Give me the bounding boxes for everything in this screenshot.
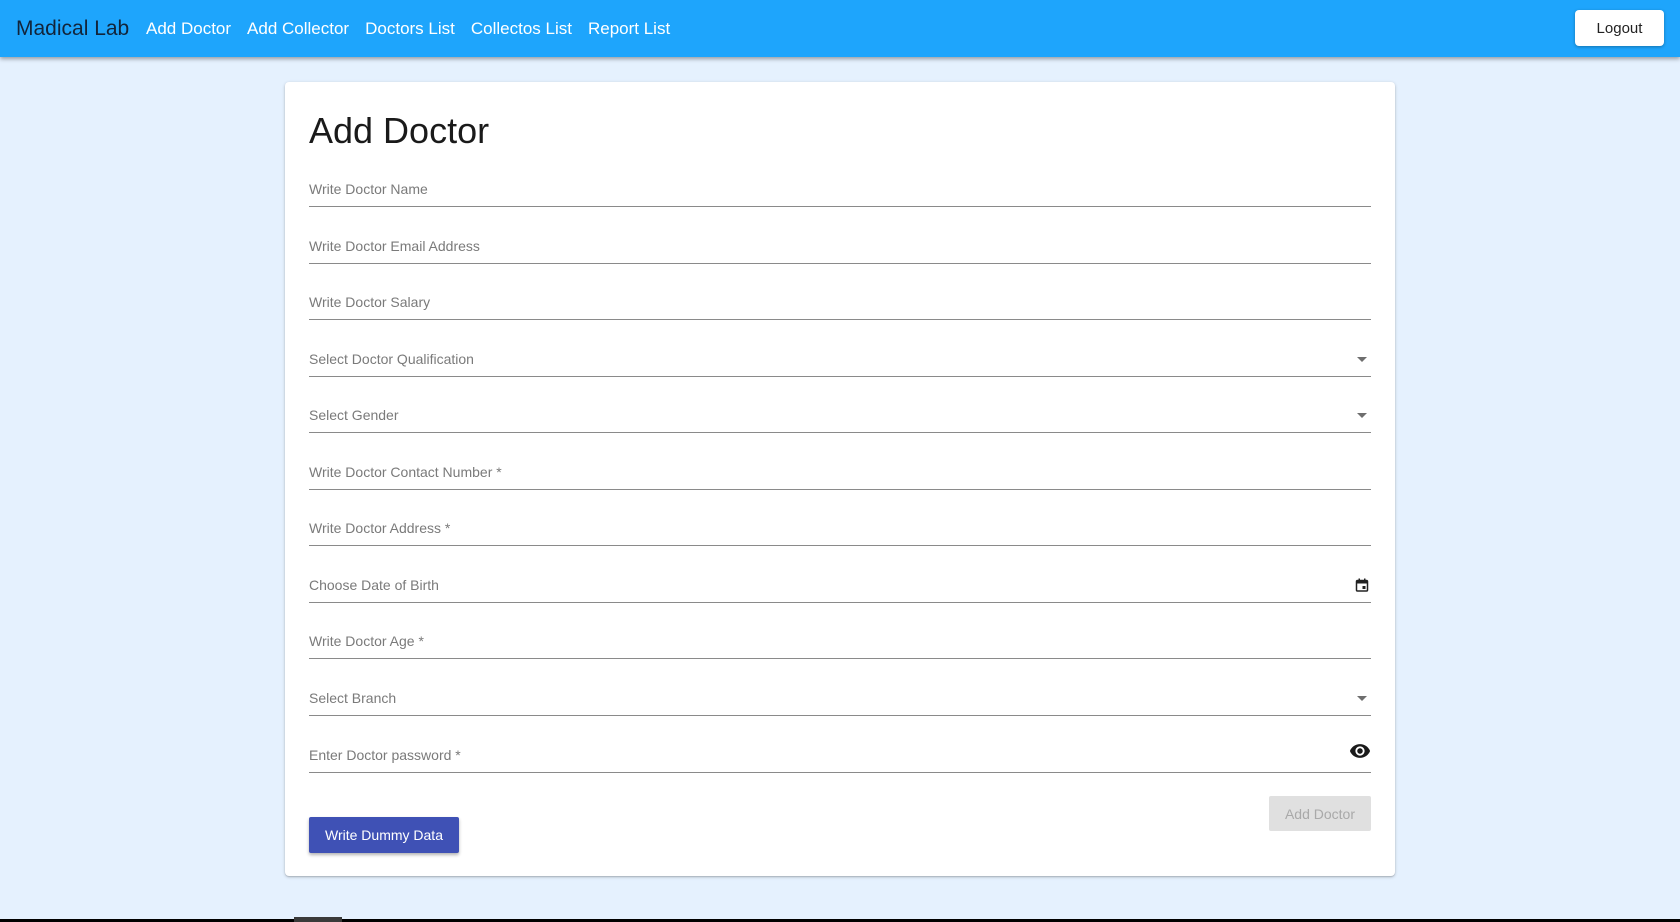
- chevron-down-icon[interactable]: [1357, 696, 1367, 701]
- nav-link-collectors-list[interactable]: Collectos List: [471, 19, 572, 38]
- doctor-name-field: [309, 176, 1371, 207]
- nav-links: Add Doctor Add Collector Doctors List Co…: [146, 19, 670, 39]
- branch-select-label: Select Branch: [309, 690, 397, 706]
- doctor-age-field: [309, 628, 1371, 659]
- chevron-down-icon[interactable]: [1357, 357, 1367, 362]
- write-dummy-data-button[interactable]: Write Dummy Data: [309, 817, 459, 853]
- logout-button[interactable]: Logout: [1575, 10, 1664, 46]
- password-field: [309, 742, 1371, 773]
- chevron-down-icon[interactable]: [1357, 413, 1367, 418]
- qualification-select[interactable]: Select Doctor Qualification: [309, 346, 1371, 377]
- nav-link-report-list[interactable]: Report List: [588, 19, 670, 38]
- add-doctor-form-card: Add Doctor Select Doctor Qualification S…: [285, 82, 1395, 876]
- doctor-email-input[interactable]: [309, 233, 1339, 259]
- app-viewport: Madical Lab Add Doctor Add Collector Doc…: [0, 0, 1680, 919]
- branch-select[interactable]: Select Branch: [309, 685, 1371, 716]
- top-navbar: Madical Lab Add Doctor Add Collector Doc…: [0, 0, 1680, 57]
- eye-icon[interactable]: [1349, 740, 1371, 762]
- doctor-salary-field: [309, 289, 1371, 320]
- doctor-age-input[interactable]: [309, 628, 1339, 654]
- contact-number-field: [309, 459, 1371, 490]
- nav-link-add-doctor[interactable]: Add Doctor: [146, 19, 231, 38]
- gender-select[interactable]: Select Gender: [309, 402, 1371, 433]
- address-input[interactable]: [309, 515, 1339, 541]
- address-field: [309, 515, 1371, 546]
- doctor-email-field: [309, 233, 1371, 264]
- brand-logo-text[interactable]: Madical Lab: [16, 17, 129, 41]
- page-title: Add Doctor: [309, 110, 490, 151]
- contact-number-input[interactable]: [309, 459, 1339, 485]
- date-of-birth-label: Choose Date of Birth: [309, 577, 439, 593]
- gender-select-label: Select Gender: [309, 407, 399, 423]
- password-input[interactable]: [309, 742, 1339, 768]
- date-of-birth-field[interactable]: Choose Date of Birth: [309, 572, 1371, 603]
- calendar-icon[interactable]: [1355, 578, 1369, 592]
- doctor-name-input[interactable]: [309, 176, 1339, 202]
- nav-link-add-collector[interactable]: Add Collector: [247, 19, 349, 38]
- add-doctor-submit-button[interactable]: Add Doctor: [1269, 796, 1371, 831]
- qualification-select-label: Select Doctor Qualification: [309, 351, 474, 367]
- doctor-salary-input[interactable]: [309, 289, 1339, 315]
- taskbar-tab-indicator: [294, 917, 342, 922]
- nav-link-doctors-list[interactable]: Doctors List: [365, 19, 455, 38]
